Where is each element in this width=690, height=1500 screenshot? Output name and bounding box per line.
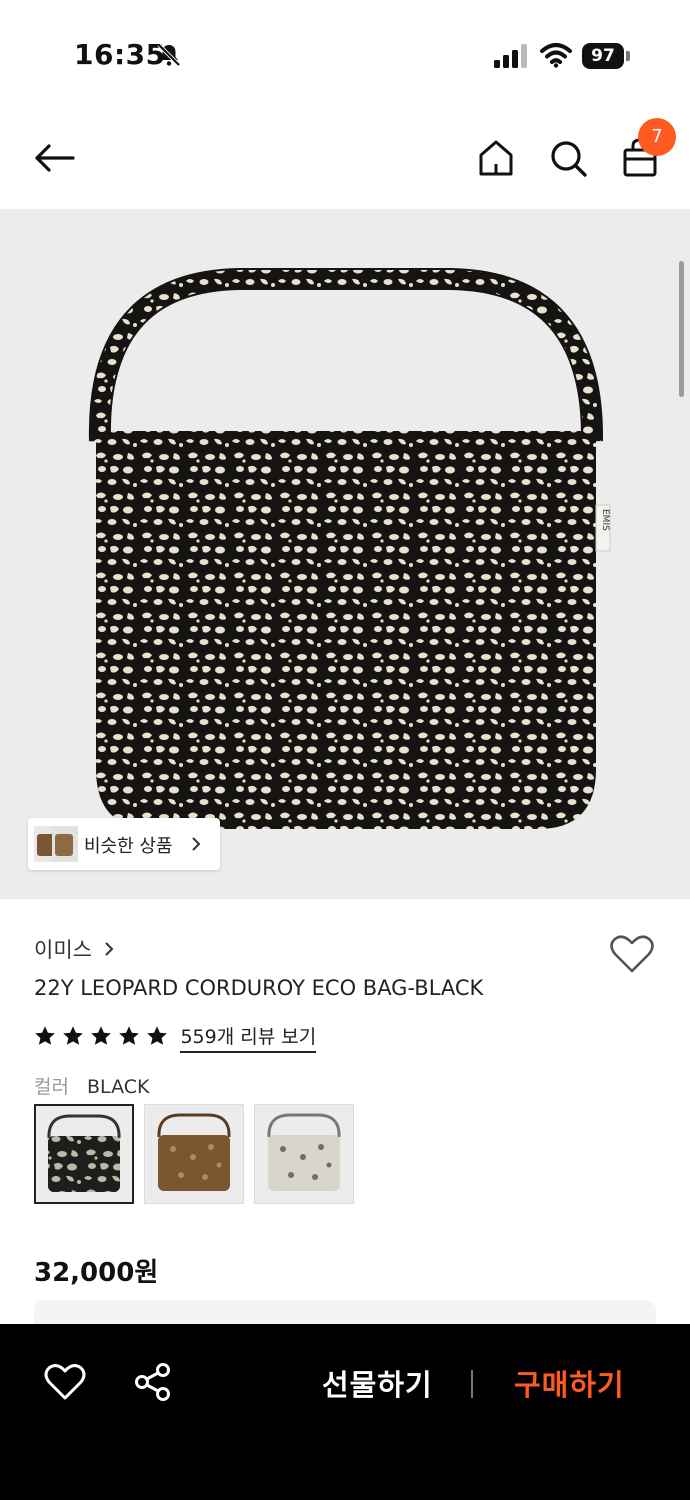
back-arrow-icon[interactable]	[32, 136, 76, 180]
chevron-right-icon	[105, 942, 114, 956]
button-divider	[471, 1370, 473, 1398]
bottom-action-bar: 선물하기 구매하기	[0, 1324, 690, 1500]
review-link[interactable]: 559개 리뷰 보기	[180, 1022, 317, 1053]
star-icon	[119, 1025, 140, 1045]
product-image-carousel[interactable]: EMIS 비슷한 상품	[0, 209, 690, 899]
star-icon	[91, 1025, 111, 1045]
cart-count-badge: 7	[638, 118, 676, 156]
wishlist-heart-icon[interactable]	[609, 932, 655, 976]
swatch-image-black	[47, 1114, 121, 1192]
similar-products-label: 비슷한 상품	[84, 836, 173, 857]
home-icon[interactable]	[474, 136, 518, 180]
product-image: EMIS	[88, 268, 611, 829]
star-icon	[63, 1025, 83, 1045]
color-row: 컬러 BLACK	[34, 1072, 149, 1099]
star-icon	[35, 1025, 55, 1045]
cellular-signal-icon	[494, 44, 527, 68]
product-detail-screen: 16:35 97 7 EMIS 비슷한 상품 이미스 22Y LEOPARD C…	[0, 0, 690, 1500]
chevron-right-icon	[192, 837, 201, 851]
battery-level: 97	[582, 43, 624, 69]
product-title: 22Y LEOPARD CORDUROY ECO BAG-BLACK	[34, 976, 484, 1000]
wifi-icon	[540, 43, 572, 68]
brand-name: 이미스	[34, 938, 92, 962]
buy-button[interactable]: 구매하기	[514, 1362, 625, 1404]
rating-stars	[34, 1025, 169, 1051]
share-icon[interactable]	[132, 1362, 174, 1402]
product-price: 32,000원	[34, 1258, 159, 1288]
brand-tag: EMIS	[600, 509, 610, 531]
color-value: BLACK	[87, 1076, 150, 1098]
battery-nub	[626, 51, 630, 61]
color-swatch-black[interactable]	[34, 1104, 134, 1204]
top-nav: 7	[0, 110, 690, 206]
rating-row: 559개 리뷰 보기	[34, 1022, 317, 1053]
gift-button[interactable]: 선물하기	[322, 1362, 433, 1404]
bell-muted-icon	[157, 43, 181, 67]
swatch-image-ivory	[267, 1113, 341, 1191]
color-swatch-brown[interactable]	[144, 1104, 244, 1204]
status-time: 16:35	[74, 38, 166, 71]
swatch-image-brown	[157, 1113, 231, 1191]
search-icon[interactable]	[546, 136, 590, 180]
star-icon	[147, 1025, 168, 1045]
brand-link[interactable]: 이미스	[34, 934, 115, 964]
status-bar: 16:35 97	[0, 0, 690, 100]
battery-indicator: 97	[582, 43, 630, 69]
similar-thumbnails	[34, 826, 78, 862]
heart-icon[interactable]	[44, 1362, 86, 1402]
image-scrollbar	[679, 261, 684, 397]
similar-products-button[interactable]: 비슷한 상품	[28, 818, 220, 870]
color-swatch-ivory[interactable]	[254, 1104, 354, 1204]
color-label: 컬러	[34, 1076, 69, 1098]
